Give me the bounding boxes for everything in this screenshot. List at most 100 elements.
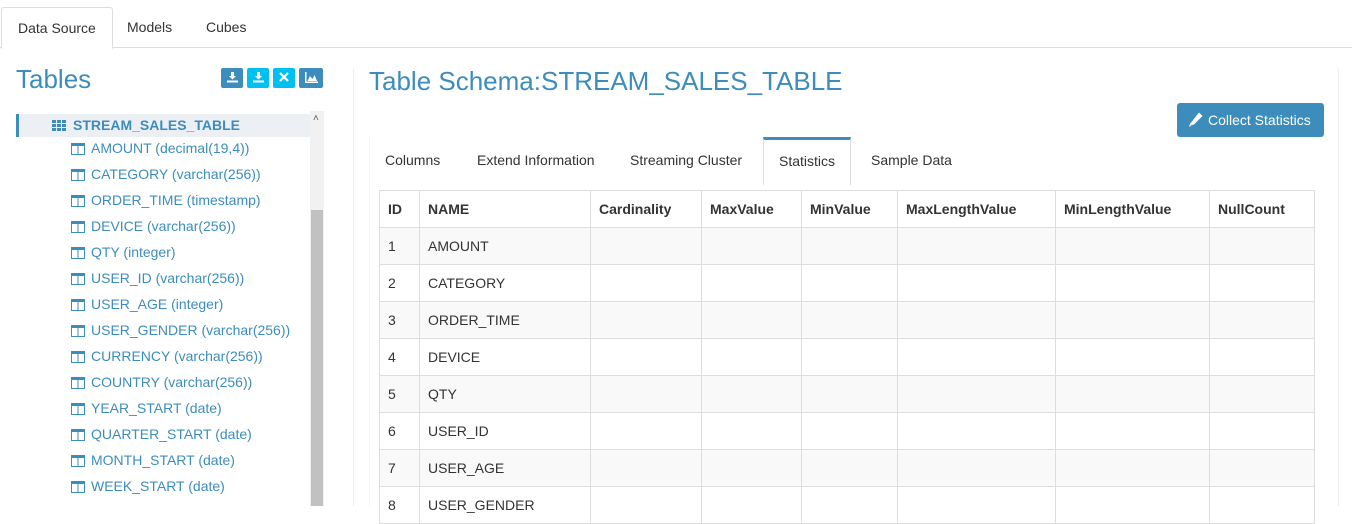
table-cell <box>897 486 1056 524</box>
tree-column-label: USER_AGE (integer) <box>91 296 224 312</box>
tree-column-label: YEAR_START (date) <box>91 400 222 416</box>
tree-column-label: MONTH_START (date) <box>91 452 235 468</box>
collect-statistics-button[interactable]: Collect Statistics <box>1177 103 1324 137</box>
table-row[interactable]: 8 USER_GENDER <box>379 486 1315 524</box>
table-cell <box>1209 301 1315 339</box>
tree-column-label: USER_GENDER (varchar(256)) <box>91 322 291 338</box>
table-cell <box>1055 338 1210 376</box>
table-cell <box>590 338 702 376</box>
table-cell: 7 <box>379 449 420 487</box>
table-cell <box>801 338 898 376</box>
table-cell <box>897 264 1056 302</box>
table-cell: USER_AGE <box>419 449 591 487</box>
table-cell: 5 <box>379 375 420 413</box>
statistics-table: ID NAME Cardinality MaxValue MinValue MaxLeng… <box>379 190 1315 524</box>
table-cell: 8 <box>379 486 420 524</box>
table-row[interactable]: 6 USER_ID <box>379 412 1315 450</box>
tree-scrollbar[interactable]: ˄ <box>310 111 324 506</box>
column-header[interactable]: MaxLengthValue <box>897 190 1056 228</box>
tab-models[interactable]: Models <box>111 7 188 47</box>
column-header[interactable]: MinValue <box>801 190 898 228</box>
tab-extend-information[interactable]: Extend Information <box>477 137 595 182</box>
table-cell <box>701 412 802 450</box>
table-cell <box>590 412 702 450</box>
table-cell <box>701 264 802 302</box>
table-row[interactable]: 1 AMOUNT <box>379 227 1315 265</box>
table-row[interactable]: 4 DEVICE <box>379 338 1315 376</box>
tree-column-label: DEVICE (varchar(256)) <box>91 218 236 234</box>
table-cell <box>701 227 802 265</box>
table-cell <box>801 227 898 265</box>
scrollbar-thumb[interactable] <box>311 210 323 506</box>
load-table-stream-icon[interactable] <box>247 68 269 88</box>
tab-sample-data[interactable]: Sample Data <box>871 137 952 182</box>
table-cell <box>590 301 702 339</box>
table-cell <box>801 264 898 302</box>
column-icon <box>71 273 85 285</box>
table-cell <box>897 301 1056 339</box>
tree-table-node[interactable]: STREAM_SALES_TABLE <box>16 114 313 137</box>
tree-column-label: QTY (integer) <box>91 244 176 260</box>
tab-streaming-cluster[interactable]: Streaming Cluster <box>630 137 742 182</box>
tables-title: Tables <box>16 64 92 94</box>
chart-icon[interactable] <box>299 68 323 88</box>
column-icon <box>71 247 85 259</box>
remove-icon[interactable] <box>273 68 295 88</box>
tree-table-label: STREAM_SALES_TABLE <box>73 117 240 133</box>
column-header[interactable]: MinLengthValue <box>1055 190 1210 228</box>
column-icon <box>71 455 85 467</box>
table-cell: USER_GENDER <box>419 486 591 524</box>
table-cell: DEVICE <box>419 338 591 376</box>
tree-column-label: WEEK_START (date) <box>91 478 225 494</box>
column-header[interactable]: NAME <box>419 190 591 228</box>
table-cell: QTY <box>419 375 591 413</box>
table-cell <box>1209 264 1315 302</box>
tree-column-label: USER_ID (varchar(256)) <box>91 270 245 286</box>
table-cell <box>897 412 1056 450</box>
column-icon <box>71 351 85 363</box>
column-icon <box>71 403 85 415</box>
table-header-row: ID NAME Cardinality MaxValue MinValue MaxLeng… <box>379 190 1315 228</box>
table-cell <box>1055 227 1210 265</box>
tab-columns[interactable]: Columns <box>385 137 440 182</box>
tab-data-source[interactable]: Data Source <box>1 7 113 49</box>
table-cell <box>897 338 1056 376</box>
table-row[interactable]: 7 USER_AGE <box>379 449 1315 487</box>
table-cell <box>1209 338 1315 376</box>
tab-statistics[interactable]: Statistics <box>763 137 851 185</box>
column-header[interactable]: NullCount <box>1209 190 1315 228</box>
table-cell <box>590 486 702 524</box>
table-cell <box>801 301 898 339</box>
column-icon <box>71 429 85 441</box>
table-cell: 1 <box>379 227 420 265</box>
column-icon <box>71 221 85 233</box>
table-cell <box>701 486 802 524</box>
table-cell: CATEGORY <box>419 264 591 302</box>
column-header[interactable]: MaxValue <box>701 190 802 228</box>
table-cell <box>590 375 702 413</box>
table-row[interactable]: 3 ORDER_TIME <box>379 301 1315 339</box>
table-cell <box>1055 264 1210 302</box>
table-cell <box>1209 449 1315 487</box>
tree-column-label: CURRENCY (varchar(256)) <box>91 348 263 364</box>
table-grid-icon <box>52 120 66 131</box>
tree-column-label: CATEGORY (varchar(256)) <box>91 166 261 182</box>
column-header[interactable]: Cardinality <box>590 190 702 228</box>
table-cell <box>1055 375 1210 413</box>
table-cell: 2 <box>379 264 420 302</box>
tab-cubes[interactable]: Cubes <box>190 7 262 47</box>
load-table-icon[interactable] <box>221 68 243 88</box>
table-cell <box>1209 227 1315 265</box>
table-cell <box>590 449 702 487</box>
scroll-up-icon[interactable]: ˄ <box>313 113 319 124</box>
table-cell <box>701 375 802 413</box>
column-icon <box>71 377 85 389</box>
tree-column-label: QUARTER_START (date) <box>91 426 252 442</box>
tree-column-label: AMOUNT (decimal(19,4)) <box>91 140 250 156</box>
column-header[interactable]: ID <box>379 190 420 228</box>
table-row[interactable]: 5 QTY <box>379 375 1315 413</box>
table-cell: 4 <box>379 338 420 376</box>
tree-column-label: COUNTRY (varchar(256)) <box>91 374 253 390</box>
column-icon <box>71 143 85 155</box>
table-row[interactable]: 2 CATEGORY <box>379 264 1315 302</box>
